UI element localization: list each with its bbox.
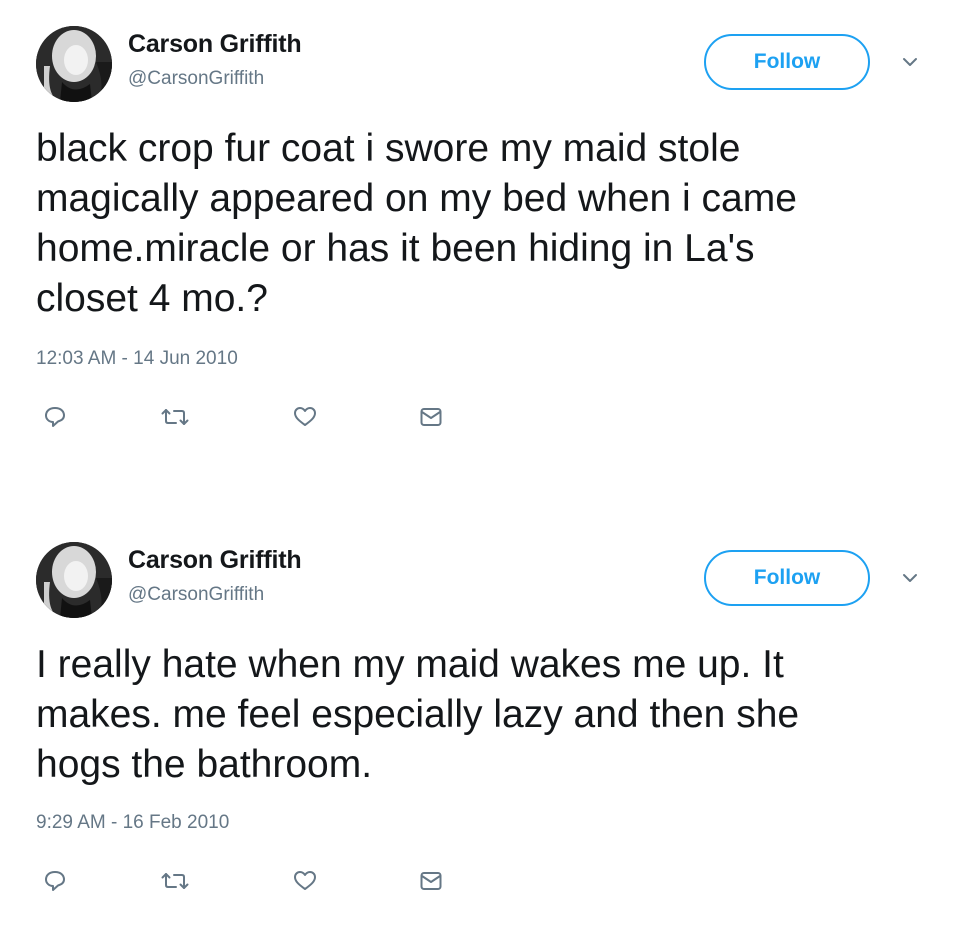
like-icon[interactable] (288, 400, 322, 434)
author-name[interactable]: Carson Griffith (128, 30, 302, 59)
tweet-actions (0, 400, 980, 434)
like-icon[interactable] (288, 864, 322, 898)
chevron-down-icon[interactable] (898, 52, 922, 72)
tweet-text: I really hate when my maid wakes me up. … (36, 643, 800, 786)
retweet-icon[interactable] (158, 864, 192, 898)
follow-button[interactable]: Follow (704, 550, 870, 606)
avatar[interactable] (36, 26, 112, 102)
reply-icon[interactable] (38, 400, 72, 434)
author-name[interactable]: Carson Griffith (128, 546, 302, 575)
tweet-actions (0, 864, 980, 898)
direct-message-icon[interactable] (414, 400, 448, 434)
avatar[interactable] (36, 542, 112, 618)
tweet-timestamp[interactable]: 9:29 AM - 16 Feb 2010 (36, 812, 229, 834)
author-handle[interactable]: @CarsonGriffith (128, 68, 264, 90)
tweet-timestamp[interactable]: 12:03 AM - 14 Jun 2010 (36, 348, 238, 370)
follow-button[interactable]: Follow (704, 34, 870, 90)
tweet-text: black crop fur coat i swore my maid stol… (36, 127, 797, 320)
author-handle[interactable]: @CarsonGriffith (128, 584, 264, 606)
reply-icon[interactable] (38, 864, 72, 898)
retweet-icon[interactable] (158, 400, 192, 434)
chevron-down-icon[interactable] (898, 568, 922, 588)
direct-message-icon[interactable] (414, 864, 448, 898)
